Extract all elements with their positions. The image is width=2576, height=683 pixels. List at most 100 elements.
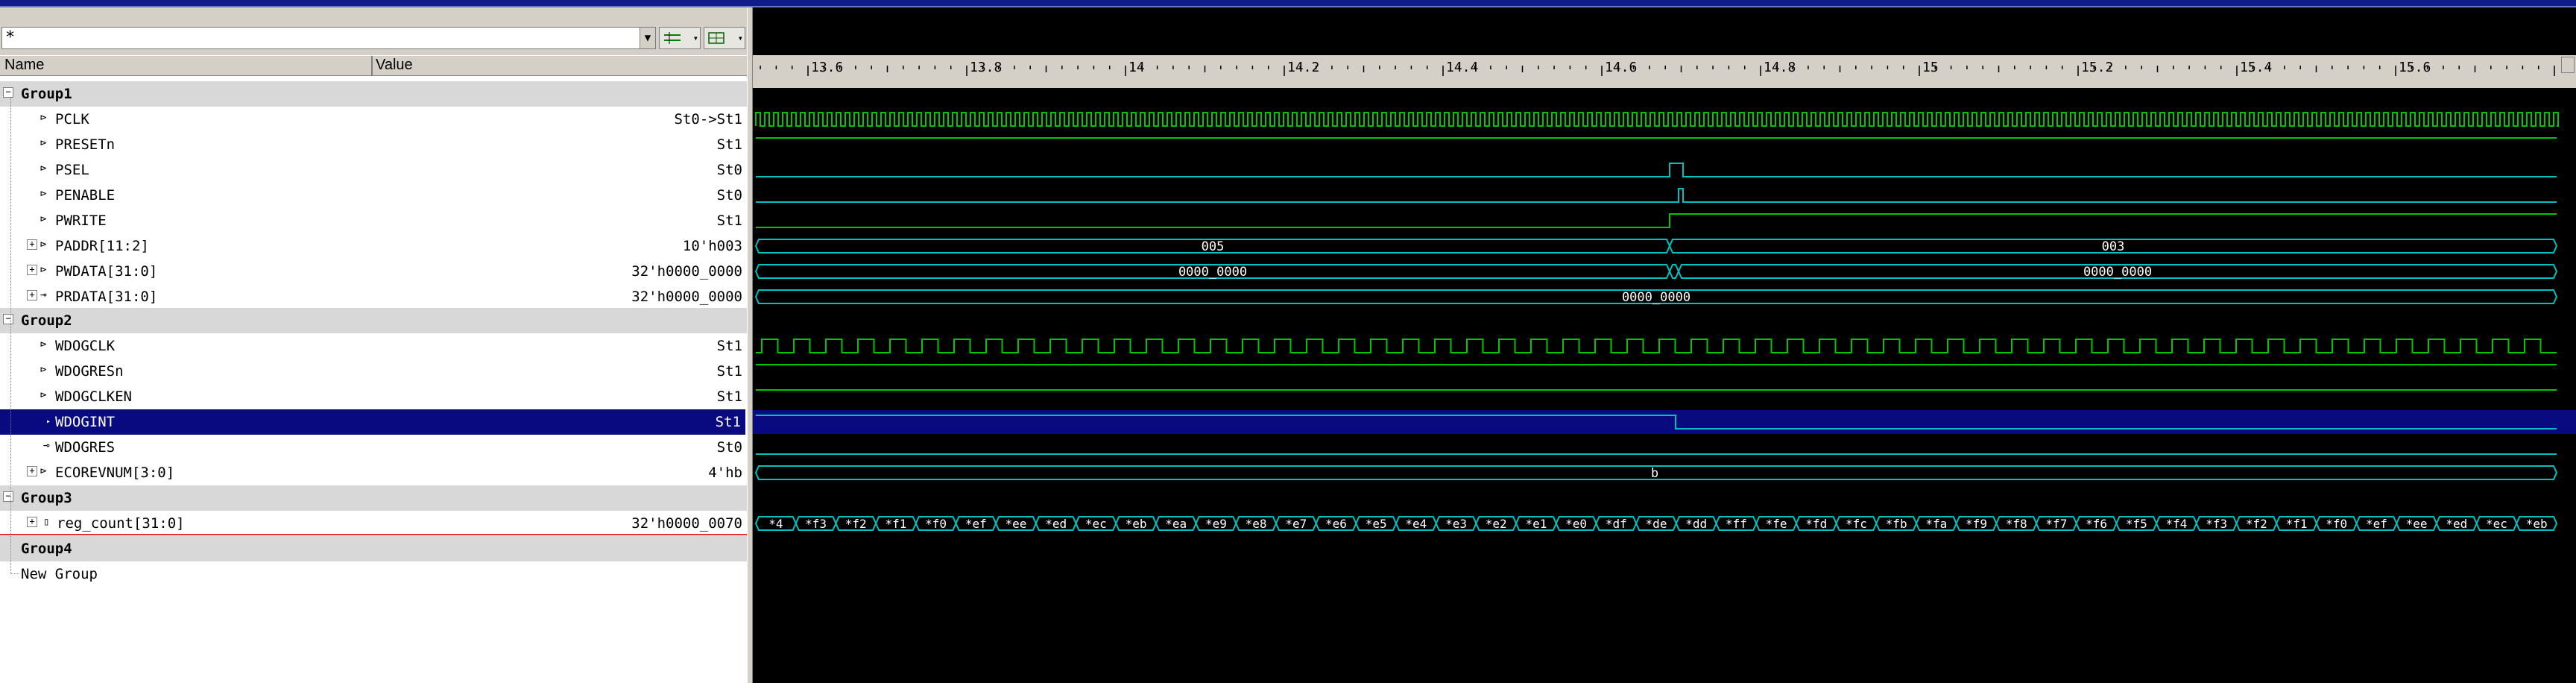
reg-count-value: *f4 [2166,517,2188,531]
selected-row-highlight [753,410,2576,434]
port-icon: ⊳ [40,213,47,225]
chevron-down-icon: ▾ [737,33,743,43]
signal-row-prdata[interactable]: + ⊸ PRDATA[31:0] 32'h0000_0000 [0,284,747,309]
ruler-label: 14 [1128,60,1145,75]
reg-count-value: *ea [1165,517,1187,531]
expand-icon[interactable]: + [27,239,37,250]
reg-count-value: *ef [965,517,987,531]
signal-value: St1 [716,388,742,405]
waveforms: 005 003 0000_0000 0000_0000 0000_0000b *4 *f3 *… [753,112,2576,531]
signal-row-penable[interactable]: ⊳ PENABLE St0 [0,183,747,208]
signal-filter-combo[interactable]: * ▼ [1,27,656,49]
reg-count-value: *f3 [2206,517,2227,531]
grid-button[interactable]: ▾ [704,27,745,49]
group-row-group2[interactable]: − Group2 [0,308,747,333]
signal-row-ecorevnum[interactable]: + ⊳ ECOREVNUM[3:0] 4'hb [0,460,747,485]
reg-count-value: *e7 [1285,517,1307,531]
group-label: Group4 [21,541,72,557]
ruler-label: 14.8 [1764,60,1796,75]
chevron-down-icon[interactable]: ▼ [640,28,655,48]
reg-count-value: *df [1606,517,1627,531]
group-label: Group2 [21,312,72,329]
collapse-icon[interactable]: − [3,87,13,98]
expand-icon[interactable]: + [27,517,37,527]
signal-value: St1 [716,338,742,354]
pwrite-wave [756,213,2557,228]
reg-count-value: *eb [1126,517,1147,531]
signal-row-presetn[interactable]: ⊳ PRESETn St1 [0,132,747,157]
register-icon: ▯ [43,516,50,528]
reg-count-value: *e0 [1565,517,1587,531]
signal-name: WDOGCLK [55,338,116,354]
tree-line [10,573,19,575]
signal-name: PRDATA[31:0] [55,289,158,305]
signal-value: St0 [716,439,742,456]
column-separator[interactable] [371,56,373,75]
toolbar: * ▼ ▾ ▾ [0,7,747,55]
signal-row-pwdata[interactable]: + ⊳ PWDATA[31:0] 32'h0000_0000 [0,259,747,284]
reg-count-value: *e9 [1205,517,1227,531]
port-icon: ⊳ [40,163,47,174]
group-label: Group1 [21,86,72,102]
signal-value: 32'h0000_0000 [631,263,742,280]
expand-icon[interactable]: + [27,290,37,300]
signal-name: PWDATA[31:0] [55,263,158,280]
reg-count-value: *e6 [1325,517,1347,531]
pane-splitter[interactable] [747,7,753,683]
signal-row-paddr[interactable]: + ⊳ PADDR[11:2] 10'h003 [0,233,747,259]
group-row-group3[interactable]: − Group3 [0,485,747,511]
signal-row-psel[interactable]: ⊳ PSEL St0 [0,157,747,183]
reg-count-value: *e8 [1246,517,1267,531]
signal-list-button[interactable]: ▾ [659,27,701,49]
waveform-pane[interactable]: 13.6 13.8 14 14.2 14.4 14.6 14.8 15 15.2 15.4 15.6… [753,7,2576,683]
signal-value: 10'h003 [682,238,742,254]
psel-wave [756,163,2557,177]
signal-value: 32'h0000_0070 [631,515,742,532]
value-column-header[interactable]: Value [376,57,413,74]
reg-count-value: *e2 [1486,517,1507,531]
waveform-canvas[interactable]: 13.6 13.8 14 14.2 14.4 14.6 14.8 15 15.2 15.4 15.6… [753,7,2576,683]
signal-name: reg_count[31:0] [57,515,185,532]
reg-count-value: *e1 [1525,517,1547,531]
port-icon: ⊳ [40,112,47,124]
signal-row-wdogclk[interactable]: ⊳ WDOGCLK St1 [0,333,747,359]
new-group-label: New Group [21,566,98,582]
group-row-group4[interactable]: Group4 [0,536,747,561]
reg-count-value: *e5 [1366,517,1387,531]
window-title-strip [0,0,2576,7]
name-column-header[interactable]: Name [4,57,44,74]
reg-count-value: *ec [2486,517,2507,531]
port-icon: ⊳ [40,389,47,401]
signal-value: St0->St1 [674,111,742,128]
time-ruler[interactable] [753,55,2576,88]
group-row-group1[interactable]: − Group1 [0,81,747,107]
output-port-icon: ⊸ [43,440,50,452]
reg-count-value: *ef [2366,517,2387,531]
signal-row-pclk[interactable]: ⊳ PCLK St0->St1 [0,107,747,132]
pclk-wave [755,112,2559,127]
signal-row-wdogclken[interactable]: ⊳ WDOGCLKEN St1 [0,384,747,409]
expand-icon[interactable]: + [27,466,37,476]
new-group-row[interactable]: New Group [0,561,747,587]
signal-name: PCLK [55,111,89,128]
signal-row-pwrite[interactable]: ⊳ PWRITE St1 [0,208,747,233]
reg-count-value: *f3 [805,517,827,531]
reg-count-value: *f5 [2126,517,2147,531]
expand-icon[interactable]: + [27,265,37,275]
signal-row-reg-count[interactable]: + ▯ reg_count[31:0] 32'h0000_0070 [0,511,747,536]
signal-value: St1 [716,213,742,229]
port-icon: ⊳ [40,364,47,376]
reg-count-value: *f2 [845,517,867,531]
ruler-label: 15 [1922,60,1939,75]
signal-row-wdogres[interactable]: ⊸ WDOGRES St0 [0,435,747,460]
ruler-scroll-button[interactable] [2561,57,2575,73]
reg-count-value: *ed [1045,517,1067,531]
prdata-value: 0000_0000 [1622,290,1690,305]
signal-row-wdogint[interactable]: ▸ WDOGINT St1 [0,409,745,435]
reg-count-value: *fe [1766,517,1787,531]
signal-value: St1 [716,136,742,153]
ecorevnum-value: b [1651,466,1658,481]
pwdata-value: 0000_0000 [2083,265,2152,280]
group-label: Group3 [21,490,72,506]
signal-row-wdogresn[interactable]: ⊳ WDOGRESn St1 [0,359,747,384]
